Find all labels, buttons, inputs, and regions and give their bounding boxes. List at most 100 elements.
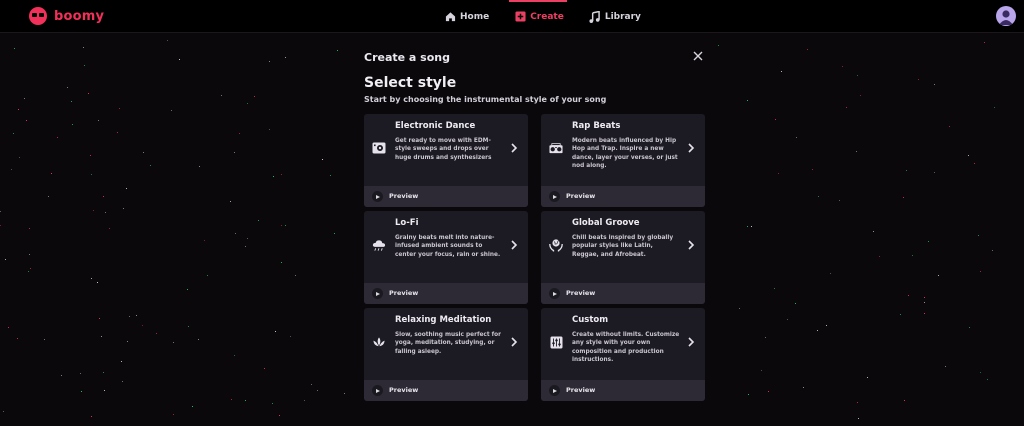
user-avatar[interactable] (996, 6, 1016, 26)
star-dot (83, 47, 84, 48)
style-title: Custom (572, 315, 609, 325)
star-dot (978, 235, 979, 236)
star-dot (269, 61, 270, 62)
star-dot (97, 282, 98, 283)
preview-label: Preview (389, 289, 419, 297)
star-dot (747, 100, 748, 101)
star-dot (912, 255, 913, 256)
style-card-relaxing-meditation[interactable]: Relaxing Meditation Slow, soothing music… (364, 308, 528, 401)
star-dot (748, 394, 749, 395)
star-dot (254, 96, 255, 97)
star-dot (30, 268, 31, 269)
preview-label: Preview (389, 192, 419, 200)
star-dot (879, 256, 880, 257)
star-dot (104, 390, 105, 391)
star-dot (949, 126, 950, 127)
preview-label: Preview (566, 192, 596, 200)
star-dot (48, 196, 49, 197)
star-dot (99, 318, 100, 319)
lotus-icon (372, 335, 386, 349)
brand[interactable]: boomy (29, 7, 104, 25)
star-dot (857, 402, 858, 403)
music-note-icon (589, 10, 601, 23)
preview-label: Preview (566, 289, 596, 297)
style-card-global-groove[interactable]: Global Groove Chill beats inspired by gl… (541, 211, 705, 304)
style-card-electronic-dance[interactable]: Electronic Dance Get ready to move with … (364, 114, 528, 207)
select-style-subheading: Start by choosing the instrumental style… (364, 95, 607, 104)
star-dot (29, 254, 30, 255)
star-dot (903, 197, 904, 198)
star-dot (768, 391, 769, 392)
star-dot (924, 313, 925, 314)
star-dot (167, 40, 168, 41)
star-dot (924, 302, 925, 303)
star-dot (239, 133, 240, 134)
star-dot (751, 226, 752, 227)
star-dot (900, 314, 901, 315)
style-card-lo-fi[interactable]: Lo-Fi Grainy beats melt into nature-infu… (364, 211, 528, 304)
star-dot (795, 303, 796, 304)
star-dot (812, 169, 813, 170)
star-dot (281, 174, 282, 175)
star-dot (858, 418, 859, 419)
star-dot (90, 155, 91, 156)
star-dot (80, 373, 81, 374)
style-card-rap-beats[interactable]: Rap Beats Modern beats influenced by Hip… (541, 114, 705, 207)
nav-library-label: Library (604, 11, 641, 22)
star-dot (924, 297, 925, 298)
style-title: Lo-Fi (395, 218, 419, 228)
star-dot (337, 50, 338, 51)
style-description: Slow, soothing music perfect for yoga, m… (395, 332, 501, 355)
preview-button[interactable]: Preview (364, 283, 528, 304)
star-dot (28, 271, 29, 272)
star-dot (51, 173, 52, 174)
star-dot (187, 289, 188, 290)
style-description: Grainy beats melt into nature-infused am… (395, 235, 501, 258)
preview-button[interactable]: Preview (541, 380, 705, 401)
star-dot (344, 393, 345, 394)
star-dot (150, 165, 151, 166)
star-dot (984, 42, 985, 43)
star-dot (5, 259, 6, 260)
star-dot (945, 366, 946, 367)
star-dot (857, 75, 858, 76)
star-dot (867, 377, 868, 378)
star-dot (918, 79, 919, 80)
close-icon[interactable] (692, 51, 704, 63)
star-dot (29, 228, 30, 229)
star-dot (119, 108, 120, 109)
star-dot (142, 325, 143, 326)
star-dot (13, 133, 14, 134)
nav-create[interactable]: Create (509, 0, 567, 33)
star-dot (904, 400, 905, 401)
star-dot (272, 403, 273, 404)
star-dot (91, 278, 92, 279)
nav-library[interactable]: Library (589, 0, 641, 33)
preview-button[interactable]: Preview (364, 186, 528, 207)
star-dot (281, 262, 282, 263)
chevron-right-icon (511, 337, 518, 347)
star-dot (136, 315, 137, 316)
star-dot (44, 339, 45, 340)
preview-button[interactable]: Preview (364, 380, 528, 401)
user-icon (999, 10, 1013, 25)
star-dot (817, 330, 818, 331)
preview-button[interactable]: Preview (541, 283, 705, 304)
star-dot (987, 379, 988, 380)
star-dot (718, 45, 719, 46)
style-description: Create without limits. Customize any sty… (572, 332, 680, 364)
preview-button[interactable]: Preview (541, 186, 705, 207)
star-dot (290, 336, 291, 337)
home-icon (444, 11, 456, 23)
star-dot (739, 308, 740, 309)
preview-label: Preview (566, 386, 596, 394)
star-dot (992, 250, 993, 251)
star-dot (26, 120, 27, 121)
star-dot (774, 288, 775, 289)
star-dot (908, 295, 909, 296)
style-card-custom[interactable]: Custom Create without limits. Customize … (541, 308, 705, 401)
star-dot (179, 59, 180, 60)
nav-home[interactable]: Home (444, 0, 489, 33)
star-dot (3, 411, 4, 412)
star-dot (775, 119, 776, 120)
